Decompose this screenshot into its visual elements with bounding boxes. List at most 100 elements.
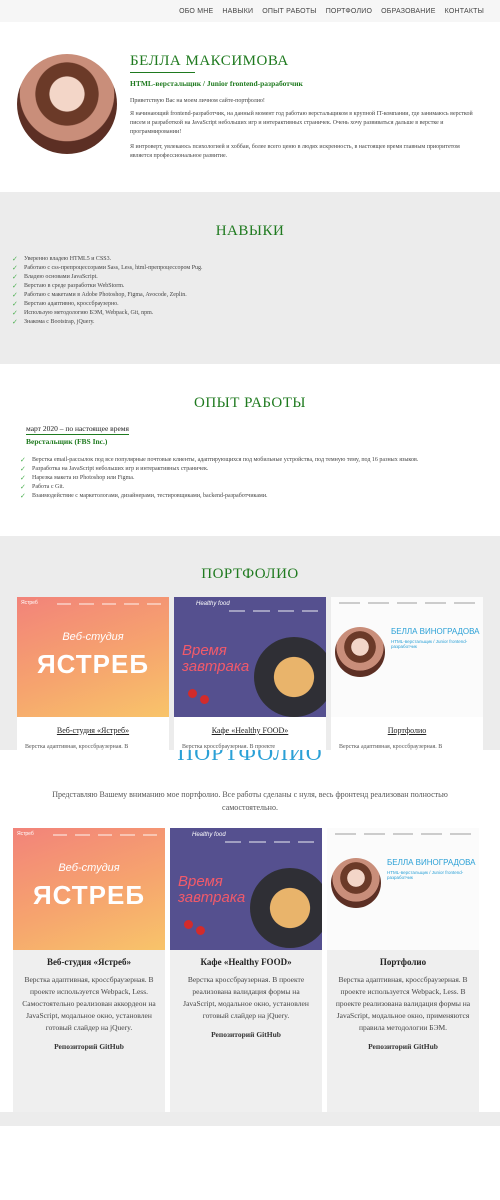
portfolio-section: ПОРТФОЛИО Ястреб Веб-студия ЯСТРЕБ Веб-с… [0,536,500,750]
top-nav: ОБО МНЕ НАВЫКИ ОПЫТ РАБОТЫ ПОРТФОЛИО ОБР… [0,0,500,22]
project-thumbnail: Ястреб Веб-студия ЯСТРЕБ [13,828,165,950]
avatar [17,54,117,154]
check-icon: ✓ [20,482,26,491]
github-repo-link[interactable]: Репозиторий GitHub [327,1034,479,1051]
food-plate-image [254,637,326,717]
project-title[interactable]: Веб-студия «Ястреб» [13,950,165,967]
list-item: ✓ Взаимодействие с маркетологами, дизайне… [20,491,418,500]
project-title-link[interactable]: Веб-студия «Ястреб» [17,717,169,735]
thumb-heading-small: Веб-студия [62,631,124,643]
nav-item-contacts[interactable]: КОНТАКТЫ [445,8,484,15]
list-item: ✓ Работа с Git. [20,482,418,491]
portfolio-cards-large: Ястреб Веб-студия ЯСТРЕБ Веб-студия «Яст… [13,828,479,1112]
thumb-nav [57,603,162,606]
role-subtitle: HTML-верстальщик / Junior frontend-разра… [130,79,303,88]
project-thumbnail: БЕЛЛА ВИНОГРАДОВА HTML-верстальщик / Jun… [327,828,479,950]
list-item-text: Работаю с макетами в Adobe Photoshop, Fi… [24,291,187,298]
nav-item-about[interactable]: ОБО МНЕ [179,8,213,15]
experience-position: Верстальщик (FBS Inc.) [26,437,108,446]
thumb-brand: Healthy food [196,601,230,607]
project-description: Верстка адаптивная, кроссбраузерная. В п… [335,975,471,1032]
project-thumbnail: БЕЛЛА ВИНОГРАДОВА HTML-верстальщик / Jun… [331,597,483,717]
project-description: Верстка адаптивная, кроссбраузерная. В [339,744,443,750]
check-icon: ✓ [12,299,18,308]
thumb-heading: Время завтрака [182,642,250,675]
github-repo-link[interactable]: Репозиторий GitHub [13,1034,165,1051]
check-icon: ✓ [12,290,18,299]
thumb-nav [339,602,475,605]
berry-image [188,689,197,698]
nav-item-portfolio[interactable]: ПОРТФОЛИО [326,8,372,15]
page-title: БЕЛЛА МАКСИМОВА [130,53,289,69]
thumb-heading: ЯСТРЕБ [32,880,146,910]
thumb-nav [225,841,314,844]
project-description: Верстка кроссбраузерная. В проекте [182,744,276,750]
portfolio-card[interactable]: БЕЛЛА ВИНОГРАДОВА HTML-верстальщик / Jun… [331,597,483,750]
berry-image [200,695,209,704]
portfolio-card[interactable]: БЕЛЛА ВИНОГРАДОВА HTML-верстальщик / Jun… [327,828,479,1112]
thumb-heading: Время завтрака [178,873,246,906]
check-icon: ✓ [20,464,26,473]
portfolio-card[interactable]: Healthy food Время завтрака Кафе «Health… [174,597,326,750]
check-icon: ✓ [12,263,18,272]
list-item: ✓ Работаю с css-препроцессорами Sass, Les… [12,263,203,272]
nav-item-skills[interactable]: НАВЫКИ [222,8,253,15]
project-description: Верстка кроссбраузерная. В проекте реали… [183,975,309,1020]
project-title-link[interactable]: Кафе «Healthy FOOD» [174,717,326,735]
nav-item-education[interactable]: ОБРАЗОВАНИЕ [381,8,436,15]
list-item-text: Знакома с Bootstrap, jQuery. [24,318,95,325]
skills-title: НАВЫКИ [215,223,285,239]
list-item-text: Верстаю адаптивно, кроссбраузерно. [24,300,119,307]
list-item-text: Работаю с css-препроцессорами Sass, Less… [24,264,203,271]
thumb-nav [53,834,158,837]
thumb-role: HTML-верстальщик / Junior frontend-разра… [387,870,464,880]
experience-title: ОПЫТ РАБОТЫ [193,395,306,411]
about-section: БЕЛЛА МАКСИМОВА HTML-верстальщик / Junio… [0,22,500,192]
project-title-link[interactable]: Портфолио [331,717,483,735]
check-icon: ✓ [20,473,26,482]
food-plate-image [250,868,322,948]
list-item: ✓ Использую методологию БЭМ, Webpack, Git… [12,308,203,317]
check-icon: ✓ [12,281,18,290]
portfolio-card[interactable]: Healthy food Время завтрака Кафе «Health… [170,828,322,1112]
list-item: ✓ Знакома с Bootstrap, jQuery. [12,317,203,326]
check-icon: ✓ [20,491,26,500]
project-title[interactable]: Кафе «Healthy FOOD» [170,950,322,967]
thumb-nav [335,833,471,836]
thumb-name: БЕЛЛА ВИНОГРАДОВА [387,858,476,867]
footer-strip [0,1112,500,1126]
portfolio-card[interactable]: Ястреб Веб-студия ЯСТРЕБ Веб-студия «Яст… [13,828,165,1112]
project-title[interactable]: Портфолио [327,950,479,967]
portfolio-title: ПОРТФОЛИО [201,566,299,582]
list-item-text: Использую методологию БЭМ, Webpack, Git,… [24,309,154,316]
intro-paragraph-3: Я интроверт, увлекаюсь психологией и хоб… [130,144,460,159]
thumb-avatar [335,627,385,677]
experience-list: ✓ Верстка email-рассылок под все популярн… [20,455,418,500]
github-repo-link[interactable]: Репозиторий GitHub [170,1022,322,1039]
list-item-text: Работа с Git. [32,483,65,490]
check-icon: ✓ [12,308,18,317]
list-item: ✓ Уверенно владею HTML5 и CSS3. [12,254,203,263]
thumb-role: HTML-верстальщик / Junior frontend-разра… [391,639,468,649]
check-icon: ✓ [12,254,18,263]
nav-item-experience[interactable]: ОПЫТ РАБОТЫ [262,8,316,15]
title-underline [130,72,195,73]
experience-section: ОПЫТ РАБОТЫ март 2020 – по настоящее вре… [0,364,500,536]
list-item: ✓ Верстаю в среде разработки WebStorm. [12,281,203,290]
list-item: ✓ Верстаю адаптивно, кроссбраузерно. [12,299,203,308]
list-item: ✓ Верстка email-рассылок под все популярн… [20,455,418,464]
thumb-brand: Healthy food [192,832,226,838]
berry-image [196,926,205,935]
project-description: Верстка адаптивная, кроссбраузерная. В п… [22,975,156,1032]
project-thumbnail: Healthy food Время завтрака [174,597,326,717]
berry-image [184,920,193,929]
thumb-name: БЕЛЛА ВИНОГРАДОВА [391,627,480,636]
experience-period: март 2020 – по настоящее время [26,424,129,435]
thumb-brand: Ястреб [21,600,38,606]
list-item: ✓ Разработка на JavaScript небольших игр … [20,464,418,473]
list-item-text: Верстка email-рассылок под все популярны… [32,456,419,463]
list-item-text: Уверенно владею HTML5 и CSS3. [24,255,112,262]
thumb-heading-small: Веб-студия [58,862,120,874]
portfolio-card[interactable]: Ястреб Веб-студия ЯСТРЕБ Веб-студия «Яст… [17,597,169,750]
check-icon: ✓ [12,272,18,281]
